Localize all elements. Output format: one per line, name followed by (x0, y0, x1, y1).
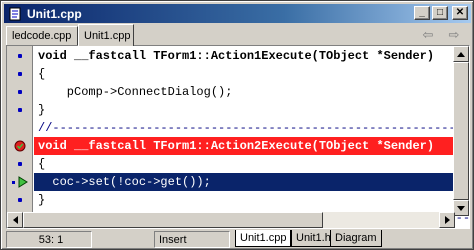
maximize-button[interactable]: □ (432, 6, 448, 20)
back-arrow-icon[interactable]: ⇦ (417, 27, 439, 43)
file-tab-bar: ledcode.cpp Unit1.cpp ⇦ ⇨ (4, 24, 471, 46)
editor-window: Unit1.cpp _ □ ✕ ledcode.cpp Unit1.cpp ⇦ … (0, 0, 474, 250)
status-bar: 53: 1 Insert Unit1.cpp Unit1.h Diagram (4, 229, 471, 248)
code-line-breakpoint[interactable]: void __fastcall TForm1::Action2Execute(T… (34, 137, 455, 155)
window-title: Unit1.cpp (27, 6, 82, 21)
code-text-area[interactable]: void __fastcall TForm1::Action1Execute(T… (34, 46, 469, 225)
scroll-up-button[interactable] (453, 46, 469, 62)
line-marker-dot (7, 101, 33, 119)
code-line-separator[interactable]: //--------------------------------------… (34, 119, 469, 137)
maximize-icon: □ (436, 7, 444, 18)
gutter[interactable] (7, 46, 33, 220)
arrow-down-icon (457, 205, 465, 211)
forward-arrow-icon[interactable]: ⇨ (443, 27, 465, 43)
code-line[interactable]: } (34, 191, 455, 209)
code-line[interactable]: } (34, 101, 455, 119)
arrow-left-icon (12, 216, 18, 224)
tab-label: ledcode.cpp (12, 30, 72, 42)
arrow-right-icon (444, 216, 450, 224)
arrow-up-icon (457, 51, 465, 57)
execution-point-icon (7, 173, 33, 191)
breakpoint-icon[interactable] (7, 137, 33, 155)
bottom-tab-diagram[interactable]: Diagram (330, 230, 382, 247)
tab-ledcode-cpp[interactable]: ledcode.cpp (6, 26, 78, 45)
line-marker-dot (7, 47, 33, 65)
bottom-tab-unit1-cpp[interactable]: Unit1.cpp (235, 230, 292, 247)
title-bar[interactable]: Unit1.cpp _ □ ✕ (4, 4, 471, 23)
scroll-down-button[interactable] (453, 200, 469, 216)
cursor-position: 53: 1 (6, 231, 92, 248)
horizontal-scroll-thumb[interactable] (23, 212, 323, 228)
close-icon: ✕ (455, 7, 465, 18)
close-button[interactable]: ✕ (452, 6, 468, 20)
line-marker-dot (7, 65, 33, 83)
tab-unit1-cpp[interactable]: Unit1.cpp (78, 24, 134, 46)
line-marker-dot (7, 155, 33, 173)
line-marker-dot (7, 83, 33, 101)
code-line[interactable]: { (34, 65, 455, 83)
minimize-icon: _ (419, 7, 425, 18)
edit-mode: Insert (154, 231, 230, 248)
horizontal-scrollbar[interactable] (7, 212, 455, 228)
code-editor[interactable]: void __fastcall TForm1::Action1Execute(T… (6, 45, 470, 229)
scroll-left-button[interactable] (7, 212, 23, 228)
code-line[interactable]: pComp->ConnectDialog(); (34, 83, 455, 101)
scroll-right-button[interactable] (439, 212, 455, 228)
vertical-scrollbar[interactable] (453, 46, 469, 216)
code-line-execution-point[interactable]: coc->set(!coc->get()); (34, 173, 455, 191)
code-line[interactable]: { (34, 155, 455, 173)
minimize-button[interactable]: _ (414, 6, 430, 20)
tab-label: Unit1.cpp (84, 29, 131, 42)
vertical-scroll-thumb[interactable] (453, 62, 469, 200)
code-line[interactable]: void __fastcall TForm1::Action1Execute(T… (34, 47, 455, 65)
spacer-panel (94, 231, 144, 248)
line-marker-dot (7, 191, 33, 209)
file-icon (7, 6, 23, 22)
